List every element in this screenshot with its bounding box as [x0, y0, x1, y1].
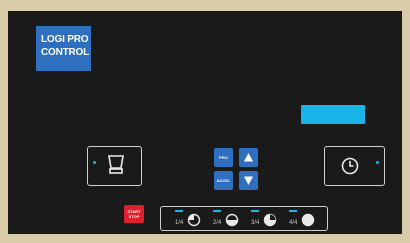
- speed-led: [251, 210, 259, 212]
- speed-button-1[interactable]: 1/4: [175, 210, 205, 230]
- speed-selector: 1/4 2/4 3/4 4/4: [160, 206, 328, 231]
- speed-label: 4/4: [289, 220, 298, 226]
- digital-display: [301, 105, 365, 124]
- speed-led: [213, 210, 221, 212]
- up-button[interactable]: [239, 148, 258, 167]
- brand-logo: LOGI PRO CONTROL: [36, 26, 91, 71]
- arrow-down-icon: [244, 176, 253, 185]
- jar-program-button[interactable]: [87, 146, 142, 186]
- timer-clock-icon: [341, 157, 359, 175]
- stop-label: STOP: [128, 214, 140, 219]
- pro-button[interactable]: PRO: [214, 148, 233, 167]
- speed-button-3[interactable]: 3/4: [251, 210, 281, 230]
- start-stop-button[interactable]: START STOP: [124, 205, 144, 223]
- timer-indicator-led: [376, 161, 379, 164]
- jar-indicator-led: [93, 161, 96, 164]
- full-speed-icon: [301, 213, 315, 227]
- speed-button-4[interactable]: 4/4: [289, 210, 319, 230]
- three-quarter-speed-icon: [263, 213, 277, 227]
- quarter-speed-icon: [187, 213, 201, 227]
- blender-jar-icon: [108, 155, 124, 174]
- half-speed-icon: [225, 213, 239, 227]
- speed-button-2[interactable]: 2/4: [213, 210, 243, 230]
- speed-label: 1/4: [175, 220, 184, 226]
- speed-label: 3/4: [251, 220, 260, 226]
- speed-led: [289, 210, 297, 212]
- accel-button[interactable]: ACCEL: [214, 171, 233, 190]
- speed-label: 2/4: [213, 220, 222, 226]
- brand-line-2: CONTROL: [41, 47, 90, 58]
- arrow-up-icon: [244, 153, 253, 162]
- speed-led: [175, 210, 183, 212]
- timer-button[interactable]: [324, 146, 385, 186]
- brand-line-1: LOGI PRO: [41, 34, 89, 45]
- down-button[interactable]: [239, 171, 258, 190]
- control-panel: LOGI PRO CONTROL PRO ACCEL START STOP 1/…: [0, 0, 410, 243]
